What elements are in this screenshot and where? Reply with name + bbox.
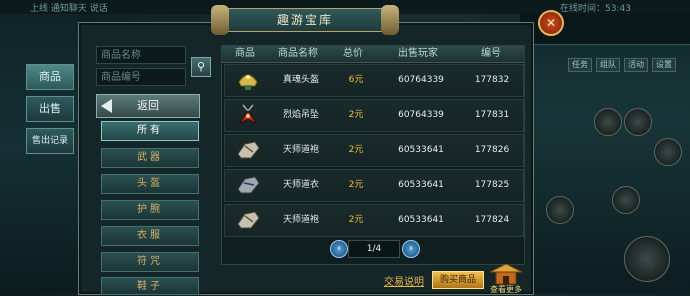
item-name-search-input[interactable]: 商品名称 [96, 46, 186, 64]
column-header-id: 编号 [481, 48, 501, 59]
goods-table: 商品 商品名称 总价 出售玩家 编号 真魂头盔 6元 60764339 1778… [221, 45, 525, 265]
item-id-search-input[interactable]: 商品编号 [96, 68, 186, 86]
back-arrow-icon [101, 99, 112, 113]
item-price: 2元 [348, 110, 364, 120]
item-price: 2元 [348, 215, 364, 225]
helmet-icon [238, 74, 258, 90]
chevron-right-icon: › [409, 243, 413, 254]
back-button[interactable]: 返回 [96, 94, 200, 118]
column-header-seller: 出售玩家 [398, 48, 438, 59]
chevron-left-icon: ‹ [337, 243, 341, 254]
next-page-button[interactable]: › [402, 240, 420, 258]
seller-id: 60764339 [398, 75, 444, 85]
window-title: 趣游宝库 [211, 5, 399, 35]
listing-id: 177826 [474, 145, 510, 155]
trade-help-link[interactable]: 交易说明 [384, 273, 424, 288]
skill-button[interactable] [654, 138, 682, 166]
category-shoes[interactable]: 鞋子 [101, 277, 199, 295]
view-more-label: 查看更多 [490, 285, 522, 294]
table-row[interactable]: 真魂头盔 6元 60764339 177832 [224, 64, 524, 97]
listing-id: 177824 [474, 215, 510, 225]
table-header: 商品 商品名称 总价 出售玩家 编号 [222, 46, 524, 63]
item-price: 2元 [348, 145, 364, 155]
table-row[interactable]: 天师道袍 2元 60533641 177824 [224, 204, 524, 237]
search-icon: ⚲ [196, 60, 206, 73]
table-row[interactable]: 天师道袍 2元 60533641 177826 [224, 134, 524, 167]
side-tab-sell[interactable]: 出售 [26, 96, 74, 122]
skill-button[interactable] [612, 186, 640, 214]
item-price: 2元 [348, 180, 364, 190]
seller-id: 60764339 [398, 110, 444, 120]
hud-tab-team[interactable]: 组队 [596, 58, 620, 72]
category-clothes[interactable]: 衣服 [101, 226, 199, 246]
pendant-icon [238, 104, 258, 125]
column-header-price: 总价 [343, 48, 363, 59]
online-time-text: 在线时间：53:43 [560, 4, 631, 14]
seller-id: 60533641 [398, 145, 444, 155]
view-more-button[interactable]: 查看更多 [486, 262, 526, 294]
game-chat-text: 上线 通知聊天 说话 [30, 4, 108, 14]
category-talisman[interactable]: 符咒 [101, 252, 199, 272]
column-header-item: 商品 [235, 48, 255, 59]
clothes-icon [237, 176, 260, 194]
item-name: 真魂头盔 [282, 75, 319, 85]
close-button[interactable]: ✕ [538, 10, 564, 36]
robe-icon [237, 211, 260, 229]
prev-page-button[interactable]: ‹ [330, 240, 348, 258]
robe-icon [237, 141, 260, 159]
category-all[interactable]: 所有 [101, 121, 199, 141]
listing-id: 177825 [474, 180, 510, 190]
hud-tab-task[interactable]: 任务 [568, 58, 592, 72]
item-name: 天师道衣 [282, 180, 319, 190]
seller-id: 60533641 [398, 180, 444, 190]
listing-id: 177832 [474, 75, 510, 85]
table-row[interactable]: 天师道衣 2元 60533641 177825 [224, 169, 524, 202]
back-button-label: 返回 [137, 99, 159, 112]
table-row[interactable]: 烈焰吊坠 2元 60764339 177831 [224, 99, 524, 132]
item-name: 天师道袍 [282, 145, 319, 155]
page-indicator: 1/4 [348, 240, 400, 258]
search-button[interactable]: ⚲ [191, 57, 211, 77]
hud-tab-activity[interactable]: 活动 [624, 58, 648, 72]
item-name: 天师道袍 [282, 215, 319, 225]
attack-button[interactable] [624, 236, 670, 282]
item-name: 烈焰吊坠 [282, 110, 319, 120]
side-tab-goods[interactable]: 商品 [26, 64, 74, 90]
close-icon: ✕ [545, 16, 557, 30]
skill-button[interactable] [624, 108, 652, 136]
buy-item-button[interactable]: 购买商品 [432, 271, 484, 289]
skill-button[interactable] [546, 196, 574, 224]
hud-tab-settings[interactable]: 设置 [652, 58, 676, 72]
skill-button[interactable] [594, 108, 622, 136]
category-weapon[interactable]: 武器 [101, 148, 199, 168]
pavilion-icon [489, 263, 523, 285]
column-header-name: 商品名称 [278, 48, 318, 59]
seller-id: 60533641 [398, 215, 444, 225]
listing-id: 177831 [474, 110, 510, 120]
category-bracer[interactable]: 护腕 [101, 200, 199, 220]
item-price: 6元 [348, 75, 364, 85]
category-helmet[interactable]: 头盔 [101, 174, 199, 194]
side-tab-sold-records[interactable]: 售出记录 [26, 128, 74, 154]
